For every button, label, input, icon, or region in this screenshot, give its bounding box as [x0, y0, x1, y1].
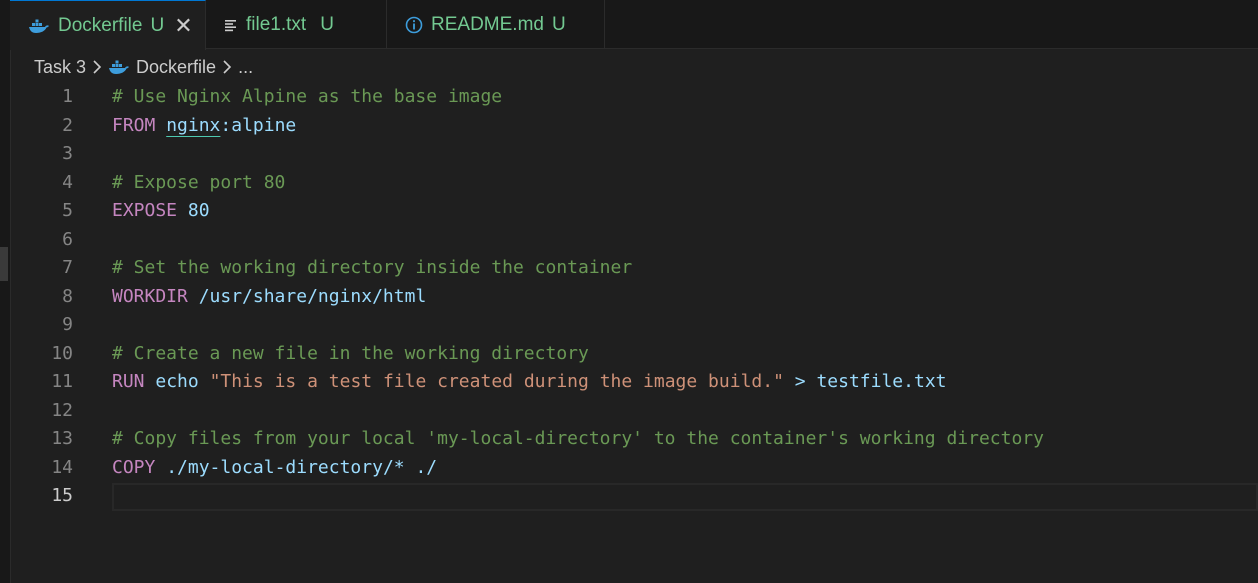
code-text: # Copy files from your local 'my-local-d…	[112, 425, 1044, 454]
code-token: FROM	[112, 114, 156, 136]
code-line[interactable]: 12	[10, 397, 1258, 426]
code-editor[interactable]: 1 # Use Nginx Alpine as the base image 2 FR…	[10, 83, 1258, 583]
line-number: 5	[62, 200, 73, 221]
code-token: "This is a test file created during the …	[209, 371, 784, 392]
breadcrumb-more[interactable]: ...	[238, 57, 253, 78]
text-lines-icon	[224, 18, 238, 32]
code-token: 80	[187, 200, 210, 221]
code-line[interactable]: 3	[10, 140, 1258, 169]
code-token: COPY	[112, 456, 156, 478]
tab-bar: Dockerfile U ✕ file1.txt U README.md U	[10, 0, 1258, 50]
code-token: # Expose port 80	[112, 171, 286, 193]
tab-file1[interactable]: file1.txt U	[206, 0, 387, 49]
code-line[interactable]: 6	[10, 226, 1258, 255]
code-text: # Use Nginx Alpine as the base image	[112, 83, 502, 112]
line-number: 10	[51, 342, 73, 364]
code-line[interactable]: 4 # Expose port 80	[10, 169, 1258, 198]
code-text: EXPOSE 80	[112, 197, 210, 226]
info-circle-icon	[405, 16, 423, 34]
code-token: # Create a new file in the working direc…	[112, 342, 589, 364]
tab-label: file1.txt	[246, 13, 307, 35]
code-token: ./my-local-directory/* ./	[166, 456, 438, 478]
code-token: testfile.txt	[816, 371, 947, 392]
tab-dockerfile[interactable]: Dockerfile U ✕	[10, 0, 206, 50]
code-line[interactable]: 13 # Copy files from your local 'my-local…	[10, 425, 1258, 454]
code-text: COPY ./my-local-directory/* ./	[112, 454, 437, 483]
line-number: 4	[62, 171, 73, 193]
breadcrumb: Task 3 Dockerfile ...	[34, 56, 253, 78]
line-number: 8	[62, 285, 73, 307]
code-line[interactable]: 2 FROM nginx:alpine	[10, 112, 1258, 141]
code-text: WORKDIR /usr/share/nginx/html	[112, 283, 426, 312]
code-line[interactable]: 9	[10, 311, 1258, 340]
line-number: 11	[51, 371, 73, 392]
code-line[interactable]: 1 # Use Nginx Alpine as the base image	[10, 83, 1258, 112]
line-number: 13	[51, 428, 73, 449]
tab-status-badge: U	[551, 13, 566, 35]
code-token: /usr/share/nginx/html	[198, 285, 427, 307]
line-number: 15	[51, 485, 73, 506]
code-line[interactable]: 8 WORKDIR /usr/share/nginx/html	[10, 283, 1258, 312]
code-token: EXPOSE	[112, 200, 178, 221]
line-number: 9	[62, 314, 73, 335]
tab-status-badge: U	[320, 13, 334, 35]
tab-readme[interactable]: README.md U	[387, 0, 605, 49]
scroll-marker	[0, 247, 8, 281]
code-token: >	[794, 371, 806, 392]
code-text: RUN echo "This is a test file created du…	[112, 368, 947, 397]
line-number: 14	[51, 456, 73, 478]
code-line[interactable]: 14 COPY ./my-local-directory/* ./	[10, 454, 1258, 483]
code-token: # Copy files from your local 'my-local-d…	[112, 428, 1044, 449]
code-line[interactable]: 7 # Set the working directory inside the …	[10, 254, 1258, 283]
code-text: # Create a new file in the working direc…	[112, 340, 589, 369]
code-token: RUN	[112, 371, 145, 392]
line-number: 1	[62, 86, 73, 107]
code-token: nginx	[166, 114, 221, 136]
code-text: FROM nginx:alpine	[112, 112, 296, 141]
docker-whale-icon	[28, 18, 50, 34]
code-token: echo	[155, 371, 199, 392]
chevron-right-icon	[92, 60, 102, 74]
breadcrumb-file[interactable]: Dockerfile	[136, 57, 216, 78]
code-line[interactable]: 15	[10, 482, 1258, 511]
code-text: # Expose port 80	[112, 169, 285, 198]
editor-window: Dockerfile U ✕ file1.txt U README.md U T…	[0, 0, 1258, 583]
code-token: # Set the working directory inside the c…	[112, 257, 633, 278]
tab-label: README.md	[431, 13, 544, 35]
line-number: 3	[62, 143, 73, 164]
line-number: 2	[62, 114, 73, 136]
code-token: WORKDIR	[112, 285, 188, 307]
docker-whale-icon	[108, 59, 130, 75]
code-token: # Use Nginx Alpine as the base image	[112, 86, 503, 107]
line-number: 6	[62, 228, 73, 250]
code-text: # Set the working directory inside the c…	[112, 254, 632, 283]
chevron-right-icon	[222, 60, 232, 74]
code-line[interactable]: 5 EXPOSE 80	[10, 197, 1258, 226]
close-icon[interactable]: ✕	[174, 14, 192, 37]
tab-label: Dockerfile	[58, 14, 143, 36]
code-line[interactable]: 10 # Create a new file in the working dir…	[10, 340, 1258, 369]
code-line[interactable]: 11 RUN echo "This is a test file created …	[10, 368, 1258, 397]
code-token: :alpine	[220, 114, 297, 136]
tab-status-badge: U	[150, 14, 165, 36]
breadcrumb-folder[interactable]: Task 3	[34, 57, 86, 78]
line-number: 12	[51, 399, 73, 421]
line-number: 7	[62, 257, 73, 278]
